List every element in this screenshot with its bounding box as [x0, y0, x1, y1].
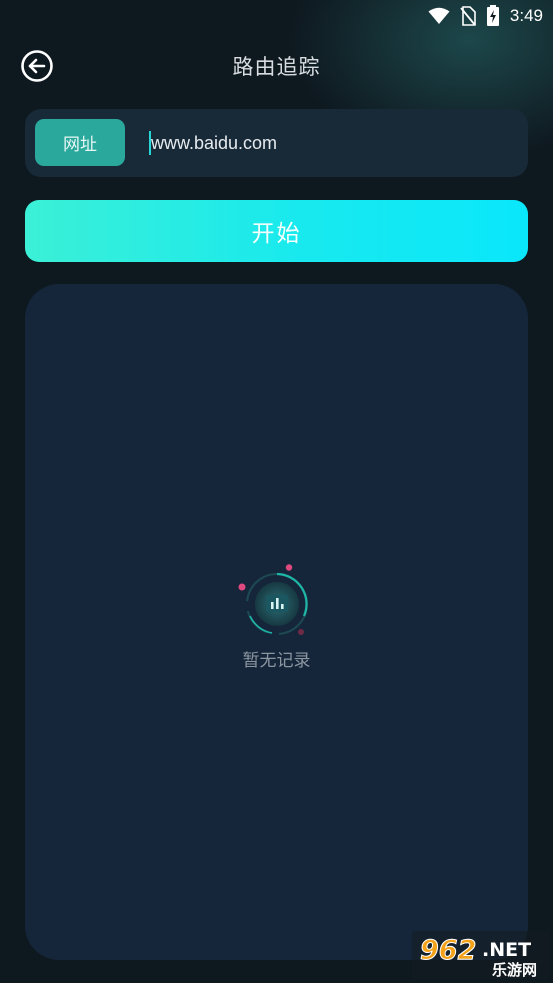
page-title: 路由追踪 [232, 55, 321, 79]
watermark-962-logo-icon: 962 .NET 乐游网 [412, 931, 550, 979]
status-icons: 3:49 [428, 5, 543, 27]
start-button[interactable]: 开始 [25, 200, 528, 262]
svg-text:.NET: .NET [482, 939, 531, 961]
text-caret [149, 131, 151, 155]
wifi-icon [428, 7, 450, 24]
status-time: 3:49 [509, 6, 543, 25]
results-panel: 暂无记录 [25, 284, 528, 960]
empty-chart-icon [238, 564, 308, 635]
watermark-logo: 962 .NET 乐游网 [412, 931, 550, 979]
status-bar: 3:49 [0, 0, 553, 32]
empty-state-text: 暂无记录 [242, 651, 311, 671]
no-sim-icon [460, 6, 476, 26]
svg-text:962: 962 [420, 935, 476, 966]
url-input[interactable] [149, 123, 511, 163]
battery-charging-icon [486, 5, 499, 26]
url-label-button[interactable]: 网址 [35, 119, 125, 166]
header: 路由追踪 [0, 40, 553, 90]
url-bar: 网址 [25, 109, 528, 177]
empty-state: 暂无记录 [25, 564, 528, 671]
svg-text:乐游网: 乐游网 [492, 961, 537, 979]
